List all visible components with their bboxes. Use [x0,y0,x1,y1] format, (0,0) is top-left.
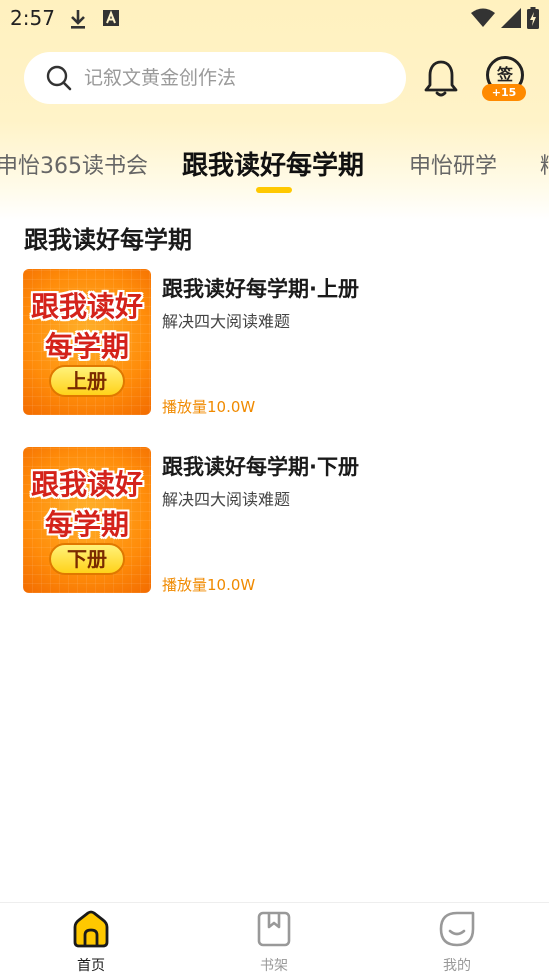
tab-every-semester[interactable]: 跟我读好每学期 [182,145,364,182]
search-input[interactable] [84,67,384,89]
nav-bookshelf[interactable]: 书架 [234,909,314,975]
signin-button[interactable]: 签 +15 [482,54,530,102]
status-icons [471,7,539,29]
book-title: 跟我读好每学期·上册 [162,277,359,301]
cover-line2: 每学期 [44,330,129,363]
book-description: 解决四大阅读难题 [162,490,291,509]
play-count: 播放量10.0W [162,576,256,594]
tab-more[interactable]: 精 [540,148,549,180]
search-icon [46,65,72,91]
book-cover: 跟我读好 每学期 下册 [23,447,151,593]
tab-dushuhui[interactable]: 申怡365读书会 [0,148,148,180]
book-cover: 跟我读好 每学期 上册 [23,269,151,415]
status-time: 2:57 [10,6,55,30]
play-count: 播放量10.0W [162,398,256,416]
nav-home-label: 首页 [77,958,105,974]
signin-badge: +15 [482,84,526,101]
section-title: 跟我读好每学期 [24,226,192,254]
accessibility-icon [103,10,119,26]
book-item[interactable]: 跟我读好 每学期 下册 跟我读好每学期·下册 解决四大阅读难题 播放量10.0W [23,447,533,595]
nav-bookshelf-label: 书架 [260,958,288,974]
bottom-navigation: 首页 书架 我的 [0,902,549,976]
tab-study-tour[interactable]: 申怡研学 [409,148,497,180]
cover-volume-badge: 下册 [49,543,125,575]
book-description: 解决四大阅读难题 [162,312,291,331]
bookshelf-icon [257,911,291,947]
battery-icon [527,7,539,29]
bell-icon[interactable] [423,58,459,98]
cover-line1: 跟我读好 [30,290,143,323]
profile-icon [439,911,475,947]
download-icon [71,10,85,29]
home-icon [73,910,109,948]
book-item[interactable]: 跟我读好 每学期 上册 跟我读好每学期·上册 解决四大阅读难题 播放量10.0W [23,269,533,417]
nav-profile[interactable]: 我的 [417,909,497,975]
signal-icon [501,8,521,28]
cover-line2: 每学期 [44,508,129,541]
cover-line1: 跟我读好 [30,468,143,501]
book-title: 跟我读好每学期·下册 [162,455,359,479]
nav-profile-label: 我的 [443,958,471,974]
nav-home[interactable]: 首页 [51,909,131,975]
wifi-icon [471,8,495,27]
search-bar[interactable] [24,52,406,104]
status-bar: 2:57 [0,0,549,38]
active-tab-indicator [256,187,292,193]
cover-volume-badge: 上册 [49,365,125,397]
category-tabs: 申怡365读书会 跟我读好每学期 申怡研学 精 [0,138,549,198]
